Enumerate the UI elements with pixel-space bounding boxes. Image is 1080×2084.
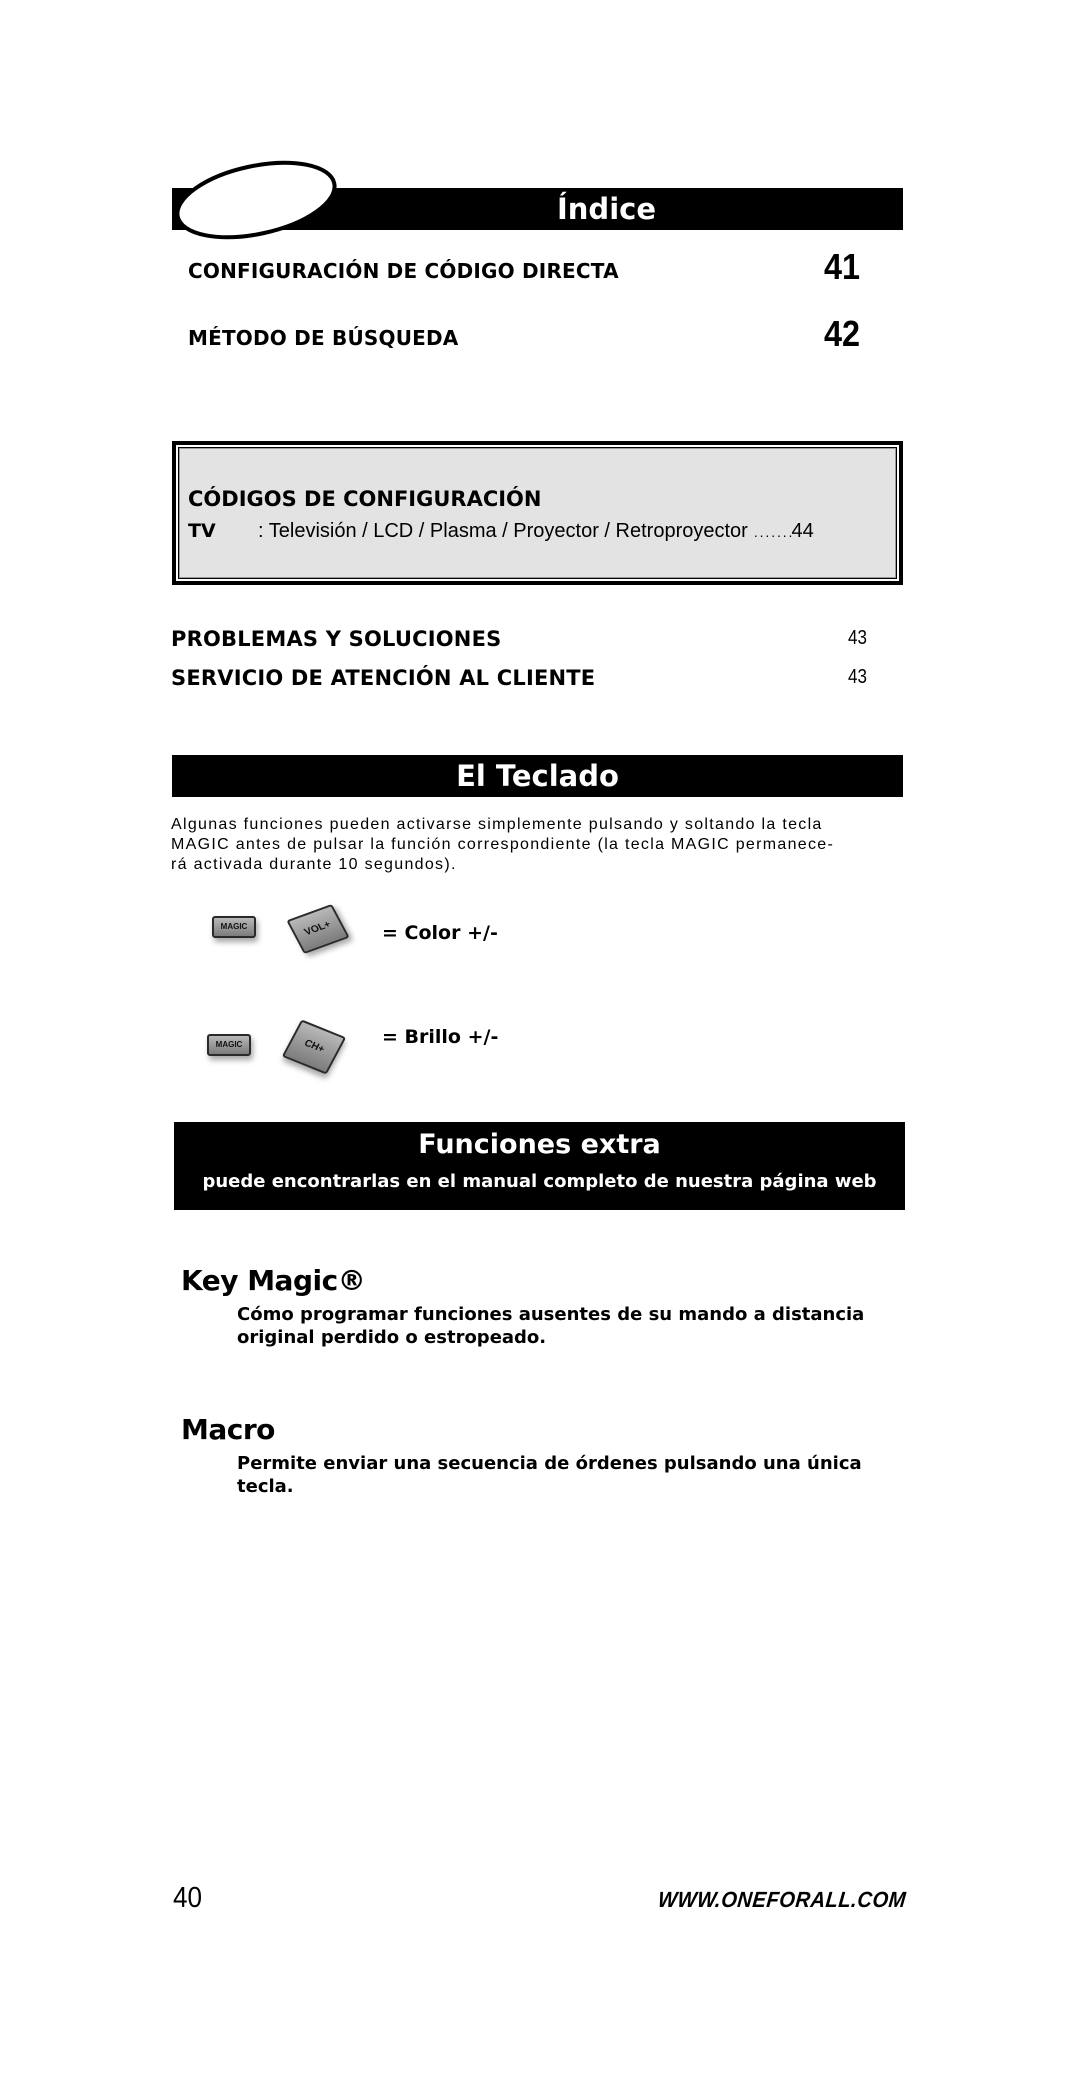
feature-description-key-magic: Cómo programar funciones ausentes de su … (237, 1304, 865, 1348)
paragraph-line: Algunas funciones pueden activarse simpl… (171, 816, 823, 833)
paragraph-line: rá activada durante 10 segundos). (171, 856, 457, 873)
setup-codes-heading: CÓDIGOS DE CONFIGURACIÓN (188, 487, 542, 511)
setup-codes-panel: CÓDIGOS DE CONFIGURACIÓN TV : Televisión … (178, 447, 897, 579)
toc-entry-page: 42 (824, 313, 861, 354)
feature-title-key-magic: Key Magic® (181, 1264, 366, 1297)
magic-key-icon: MAGIC (212, 916, 256, 938)
setup-codes-box: CÓDIGOS DE CONFIGURACIÓN TV : Televisión … (172, 441, 903, 585)
index-title: Índice (557, 192, 656, 226)
device-label: TV (188, 520, 216, 542)
feature-description-macro: Permite enviar una secuencia de órdenes … (237, 1453, 862, 1497)
toc-entry-page: 41 (824, 246, 861, 287)
keyboard-header-bar: El Teclado (172, 755, 903, 797)
vol-plus-key-icon: VOL+ (286, 903, 350, 955)
dot-leader: . . . . . . . (753, 524, 793, 540)
toc-entry-label[interactable]: SERVICIO DE ATENCIÓN AL CLIENTE (171, 666, 595, 690)
extras-title: Funciones extra (418, 1129, 661, 1160)
keyboard-description: Algunas funciones pueden activarse simpl… (171, 815, 911, 875)
device-description: : Televisión / LCD / Plasma / Proyector … (258, 520, 748, 542)
keyboard-title: El Teclado (456, 759, 619, 793)
toc-entry-page: 43 (848, 666, 867, 688)
toc-entry-label[interactable]: PROBLEMAS Y SOLUCIONES (171, 627, 501, 651)
codes-row[interactable]: TV : Televisión / LCD / Plasma / Proyecto… (188, 520, 814, 543)
ch-plus-key-icon: CH+ (281, 1019, 347, 1075)
toc-entry-label[interactable]: MÉTODO DE BÚSQUEDA (188, 326, 458, 350)
feature-title-macro: Macro (181, 1413, 275, 1446)
extras-subtitle[interactable]: puede encontrarlas en el manual completo… (174, 1170, 905, 1194)
website-link[interactable]: WWW.ONEFORALL.COM (657, 1887, 907, 1913)
magic-key-icon: MAGIC (207, 1034, 251, 1056)
page-number: 40 (173, 1882, 203, 1914)
toc-entry-label[interactable]: CONFIGURACIÓN DE CÓDIGO DIRECTA (188, 259, 619, 283)
brightness-combo-result: = Brillo +/- (382, 1026, 499, 1048)
extras-header-bar: Funciones extra puede encontrarlas en el… (174, 1122, 905, 1210)
color-combo-result: = Color +/- (382, 922, 498, 944)
device-page: 44 (791, 520, 814, 542)
paragraph-line: MAGIC antes de pulsar la función corresp… (171, 836, 835, 853)
toc-entry-page: 43 (848, 627, 867, 649)
ellipse-tab-icon (175, 160, 337, 240)
